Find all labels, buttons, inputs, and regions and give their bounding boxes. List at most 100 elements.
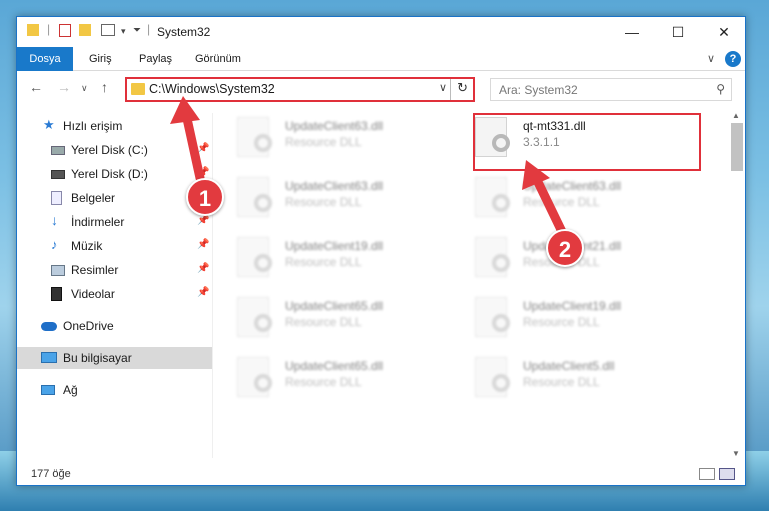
dll-file-icon bbox=[237, 297, 272, 337]
file-description: Resource DLL bbox=[285, 315, 362, 329]
gear-icon bbox=[492, 194, 510, 212]
file-name: UpdateClient19.dll bbox=[523, 299, 622, 313]
pictures-icon bbox=[51, 265, 65, 276]
file-description: Resource DLL bbox=[523, 375, 600, 389]
separator bbox=[450, 79, 451, 100]
forward-arrow-icon[interactable]: → bbox=[57, 79, 71, 95]
nav-item-label: Yerel Disk (D:) bbox=[71, 167, 148, 181]
search-placeholder: Ara: System32 bbox=[499, 83, 578, 97]
file-name: UpdateClient63.dll bbox=[523, 179, 622, 193]
pin-icon[interactable]: 📌 bbox=[197, 143, 209, 154]
nav-item-local-disk-c[interactable]: Yerel Disk (C:) 📌 bbox=[17, 139, 212, 161]
file-tile[interactable]: UpdateClient19.dll Resource DLL bbox=[465, 293, 685, 343]
file-highlight-box bbox=[473, 113, 701, 171]
nav-item-videos[interactable]: Videolar 📌 bbox=[17, 283, 212, 305]
video-icon bbox=[51, 287, 62, 301]
pin-icon[interactable]: 📌 bbox=[197, 167, 209, 178]
item-count: 177 öğe bbox=[31, 468, 71, 480]
close-button[interactable]: ✕ bbox=[701, 17, 747, 47]
file-tile[interactable]: UpdateClient5.dll Resource DLL bbox=[465, 353, 685, 403]
scroll-up-icon[interactable]: ▲ bbox=[732, 111, 740, 120]
tab-dosya[interactable]: Dosya bbox=[17, 47, 73, 71]
star-icon: ★ bbox=[43, 117, 55, 132]
chevron-down-icon[interactable]: ∨ bbox=[439, 81, 447, 94]
nav-item-label: Hızlı erişim bbox=[63, 119, 123, 133]
pane-divider[interactable] bbox=[212, 113, 213, 458]
pin-icon[interactable]: 📌 bbox=[197, 263, 209, 274]
documents-icon bbox=[51, 191, 62, 205]
network-icon bbox=[41, 385, 55, 395]
gear-icon bbox=[254, 374, 272, 392]
title-bar: | ▾ ⏷ | System32 — ☐ ✕ bbox=[17, 17, 745, 47]
minimize-button[interactable]: — bbox=[609, 17, 655, 47]
status-bar: 177 öğe bbox=[17, 462, 745, 486]
file-tile[interactable]: UpdateClient63.dll Resource DLL bbox=[227, 113, 447, 163]
nav-item-quick-access[interactable]: ★ Hızlı erişim bbox=[17, 115, 212, 137]
gear-icon bbox=[492, 374, 510, 392]
file-tile[interactable]: UpdateClient65.dll Resource DLL bbox=[227, 353, 447, 403]
nav-item-documents[interactable]: Belgeler 📌 bbox=[17, 187, 212, 209]
nav-item-local-disk-d[interactable]: Yerel Disk (D:) 📌 bbox=[17, 163, 212, 185]
gear-icon bbox=[254, 314, 272, 332]
callout-badge-1: 1 bbox=[186, 178, 224, 216]
tab-giris[interactable]: Giriş bbox=[79, 47, 122, 71]
properties-icon[interactable] bbox=[59, 24, 71, 37]
maximize-button[interactable]: ☐ bbox=[655, 17, 701, 47]
address-bar[interactable]: C:\Windows\System32 ∨ ↻ bbox=[125, 77, 475, 102]
dll-file-icon bbox=[475, 357, 510, 397]
drive-icon bbox=[51, 170, 65, 179]
computer-icon bbox=[41, 352, 57, 363]
navigation-pane: ★ Hızlı erişim Yerel Disk (C:) 📌 Yerel D… bbox=[17, 113, 212, 453]
chevron-down-icon[interactable]: ▾ bbox=[121, 26, 126, 37]
recent-locations-icon[interactable]: ∨ bbox=[81, 83, 88, 94]
new-folder-icon[interactable] bbox=[79, 24, 91, 36]
nav-item-pictures[interactable]: Resimler 📌 bbox=[17, 259, 212, 281]
cloud-icon bbox=[41, 322, 57, 331]
nav-item-label: Ağ bbox=[63, 383, 78, 397]
file-name: UpdateClient19.dll bbox=[285, 239, 384, 253]
back-arrow-icon[interactable]: ← bbox=[29, 79, 43, 95]
details-view-icon[interactable] bbox=[699, 468, 715, 480]
scroll-down-icon[interactable]: ▼ bbox=[732, 449, 740, 458]
gear-icon bbox=[254, 254, 272, 272]
nav-item-label: OneDrive bbox=[63, 319, 114, 333]
nav-item-network[interactable]: Ağ bbox=[17, 379, 212, 401]
file-tile[interactable]: UpdateClient63.dll Resource DLL bbox=[227, 173, 447, 223]
up-arrow-icon[interactable]: ↑ bbox=[101, 79, 108, 95]
nav-item-music[interactable]: ♪ Müzik 📌 bbox=[17, 235, 212, 257]
gear-icon bbox=[254, 134, 272, 152]
scrollbar-thumb[interactable] bbox=[731, 123, 743, 171]
nav-item-onedrive[interactable]: OneDrive bbox=[17, 315, 212, 337]
large-icons-view-icon[interactable] bbox=[719, 468, 735, 480]
file-tile[interactable]: UpdateClient19.dll Resource DLL bbox=[227, 233, 447, 283]
file-description: Resource DLL bbox=[523, 315, 600, 329]
nav-item-downloads[interactable]: ↓ İndirmeler 📌 bbox=[17, 211, 212, 233]
pin-icon[interactable]: 📌 bbox=[197, 287, 209, 298]
tab-gorunum[interactable]: Görünüm bbox=[185, 47, 251, 71]
file-name: UpdateClient65.dll bbox=[285, 359, 384, 373]
gear-icon bbox=[492, 254, 510, 272]
vertical-scrollbar[interactable]: ▲ ▼ bbox=[729, 111, 745, 463]
file-name: UpdateClient5.dll bbox=[523, 359, 615, 373]
nav-item-this-pc[interactable]: Bu bilgisayar bbox=[17, 347, 212, 369]
file-tile[interactable]: UpdateClient63.dll Resource DLL bbox=[465, 173, 685, 223]
dll-file-icon bbox=[475, 297, 510, 337]
pin-icon[interactable]: 📌 bbox=[197, 215, 209, 226]
pin-icon[interactable]: 📌 bbox=[197, 239, 209, 250]
file-description: Resource DLL bbox=[523, 195, 600, 209]
search-icon[interactable]: ⚲ bbox=[716, 82, 725, 96]
expand-ribbon-icon[interactable]: ∨ bbox=[707, 52, 715, 65]
folder-icon bbox=[27, 24, 39, 36]
file-name: UpdateClient63.dll bbox=[285, 119, 384, 133]
refresh-icon[interactable]: ↻ bbox=[457, 80, 468, 96]
file-tile[interactable]: UpdateClient65.dll Resource DLL bbox=[227, 293, 447, 343]
address-path[interactable]: C:\Windows\System32 bbox=[149, 82, 275, 96]
dll-file-icon bbox=[475, 177, 510, 217]
tab-paylas[interactable]: Paylaş bbox=[129, 47, 182, 71]
quick-access-menu-icon[interactable]: ⏷ bbox=[133, 25, 141, 36]
search-input[interactable]: Ara: System32 ⚲ bbox=[490, 78, 732, 101]
gear-icon bbox=[492, 314, 510, 332]
explorer-window: | ▾ ⏷ | System32 — ☐ ✕ Dosya Giriş Payla… bbox=[16, 16, 746, 486]
help-icon[interactable]: ? bbox=[725, 51, 741, 67]
customize-icon[interactable] bbox=[101, 24, 115, 36]
